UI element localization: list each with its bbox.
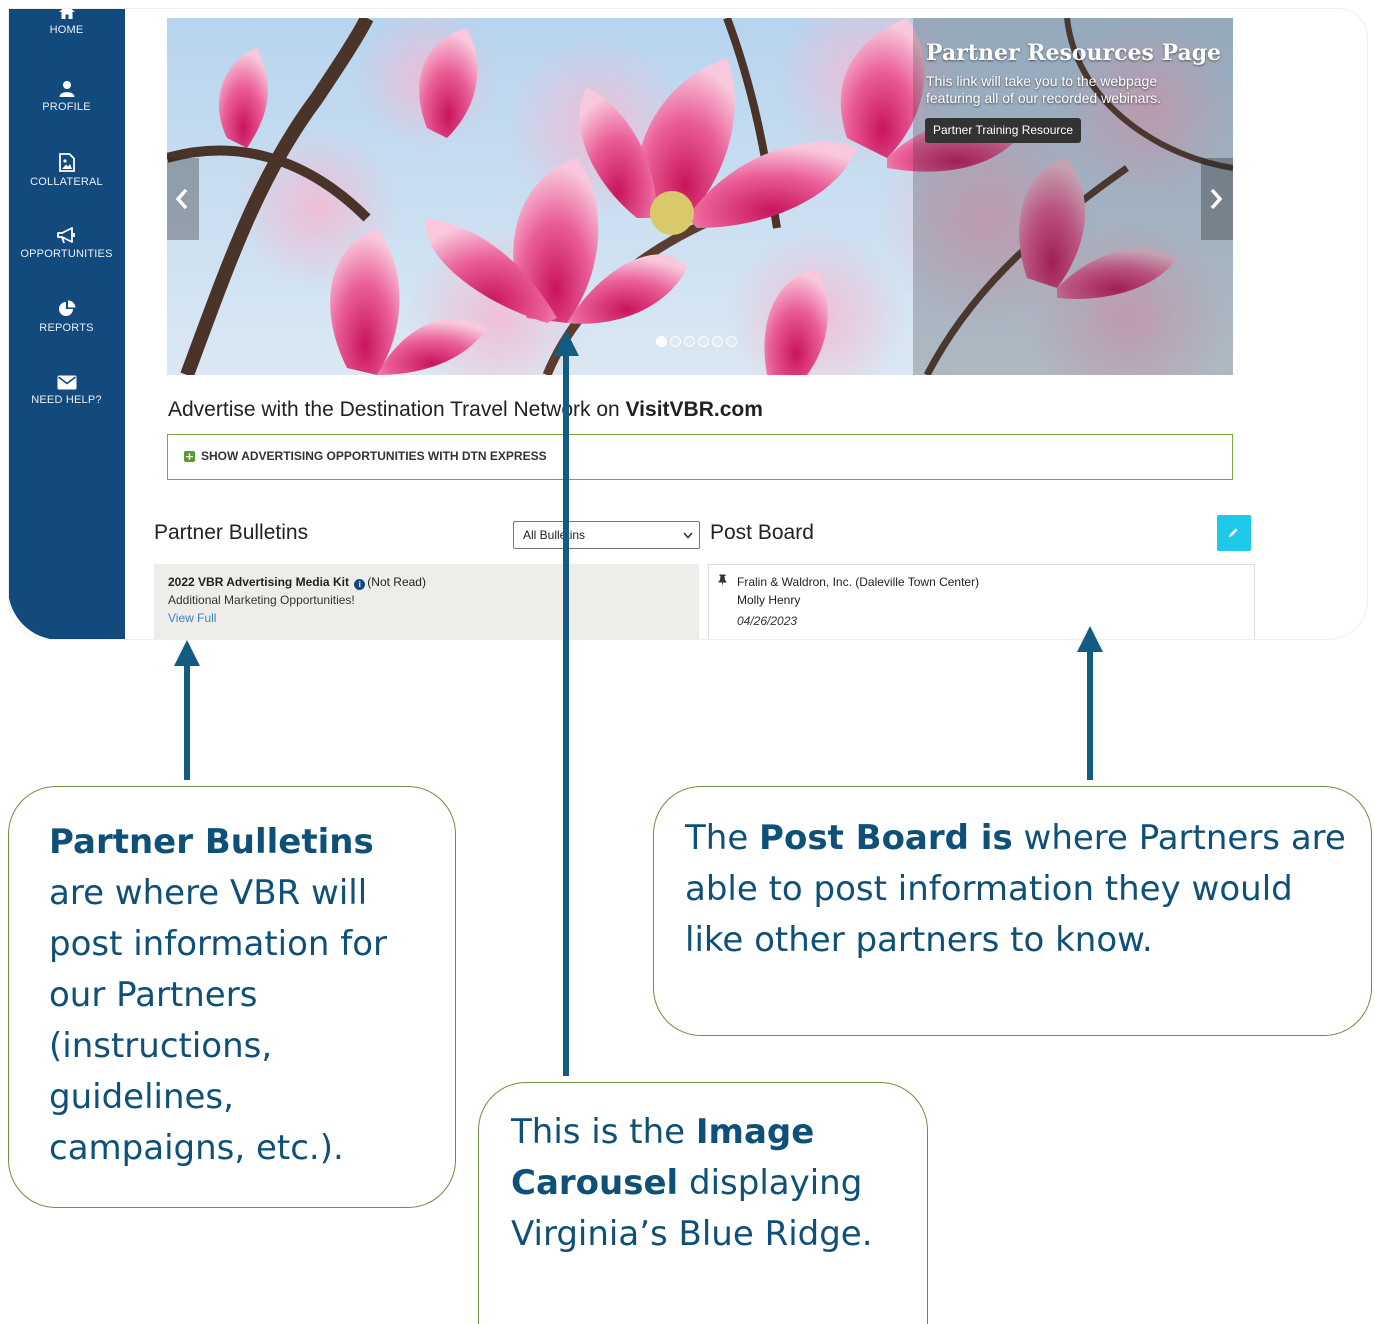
carousel-dot[interactable] xyxy=(698,336,709,347)
callout-text: are where VBR will post information for … xyxy=(49,873,388,1168)
carousel-dot[interactable] xyxy=(670,336,681,347)
chevron-right-icon xyxy=(1210,188,1223,210)
arrow-head xyxy=(553,330,579,356)
bulletin-filter-value: All Bulletins xyxy=(523,528,586,542)
sidebar-item-label: PROFILE xyxy=(42,101,91,113)
advertising-toggle-label: SHOW ADVERTISING OPPORTUNITIES WITH DTN … xyxy=(201,449,547,463)
sidebar-item-collateral[interactable]: COLLATERAL xyxy=(8,153,125,188)
carousel-prev-button[interactable] xyxy=(167,158,199,240)
plus-square-icon: + xyxy=(184,450,195,463)
callout-prefix: This is the xyxy=(511,1112,696,1152)
sidebar-item-home[interactable]: HOME xyxy=(8,8,125,36)
advertising-opportunities-toggle[interactable]: + SHOW ADVERTISING OPPORTUNITIES WITH DT… xyxy=(167,434,1233,480)
advertise-brand: VisitVBR.com xyxy=(625,398,763,421)
post-organization: Fralin & Waldron, Inc. (Daleville Town C… xyxy=(737,575,980,589)
carousel-dot[interactable] xyxy=(712,336,723,347)
carousel-caption-title: Partner Resources Page xyxy=(926,40,1222,66)
bulletins-arrow xyxy=(184,662,190,780)
carousel-dot[interactable] xyxy=(684,336,695,347)
info-icon: i xyxy=(354,579,366,590)
carousel-caption-text: This link will take you to the webpage f… xyxy=(926,73,1162,106)
callout-prefix: The xyxy=(685,818,760,858)
advertise-heading-text: Advertise with the Destination Travel Ne… xyxy=(168,398,626,421)
bulletin-summary: Additional Marketing Opportunities! xyxy=(168,593,355,607)
sidebar-item-label: COLLATERAL xyxy=(30,176,103,188)
pie-chart-icon xyxy=(58,300,75,316)
sidebar-item-profile[interactable]: PROFILE xyxy=(8,80,125,113)
sidebar-item-reports[interactable]: REPORTS xyxy=(8,300,125,334)
arrow-head xyxy=(174,640,200,666)
user-icon xyxy=(59,81,74,97)
bulletin-header: 2022 VBR Advertising Media Kit i (Not Rea… xyxy=(168,575,426,590)
sidebar-item-label: REPORTS xyxy=(39,322,94,334)
bulletin-filter-select[interactable]: All Bulletins xyxy=(513,521,700,549)
post-author: Molly Henry xyxy=(737,593,801,607)
envelope-icon xyxy=(57,375,76,390)
partner-training-resource-button[interactable]: Partner Training Resource xyxy=(925,118,1082,143)
post-board-arrow xyxy=(1087,648,1093,780)
post-item: Fralin & Waldron, Inc. (Daleville Town C… xyxy=(708,564,1255,640)
carousel-dot[interactable] xyxy=(726,336,737,347)
post-board-callout: The Post Board is where Partners are abl… xyxy=(653,786,1372,1036)
pin-icon xyxy=(718,574,727,587)
screenshot-panel: HOME PROFILE COLLATERAL OPPORTUNITIES RE… xyxy=(8,8,1368,640)
bulletin-item: 2022 VBR Advertising Media Kit i (Not Rea… xyxy=(154,564,699,640)
bulletins-callout: Partner Bulletins are where VBR will pos… xyxy=(8,786,456,1208)
arrow-head xyxy=(1077,626,1103,652)
sidebar: HOME PROFILE COLLATERAL OPPORTUNITIES RE… xyxy=(8,8,125,640)
image-carousel[interactable]: Partner Resources Page This link will ta… xyxy=(167,18,1233,375)
megaphone-icon xyxy=(56,227,75,244)
partner-bulletins-title: Partner Bulletins xyxy=(154,521,309,544)
carousel-dot[interactable] xyxy=(656,336,667,347)
sidebar-item-need-help[interactable]: NEED HELP? xyxy=(8,375,125,406)
bulletin-view-full-link[interactable]: View Full xyxy=(168,611,216,625)
carousel-caption-panel xyxy=(913,18,1233,375)
carousel-next-button[interactable] xyxy=(1201,158,1233,240)
sidebar-item-label: HOME xyxy=(49,24,84,36)
new-post-button[interactable] xyxy=(1217,515,1251,551)
sidebar-item-label: NEED HELP? xyxy=(31,394,102,406)
chevron-down-icon xyxy=(683,532,693,539)
advertise-heading: Advertise with the Destination Travel Ne… xyxy=(168,398,763,422)
callout-bold: Partner Bulletins xyxy=(49,822,374,862)
image-file-icon xyxy=(58,153,75,172)
chevron-left-icon xyxy=(175,188,188,210)
sidebar-item-label: OPPORTUNITIES xyxy=(20,248,113,260)
bulletin-title: 2022 VBR Advertising Media Kit xyxy=(168,575,349,589)
home-icon xyxy=(58,8,75,19)
callout-bold: Post Board is xyxy=(759,818,1013,858)
pencil-icon xyxy=(1229,528,1238,537)
bulletin-status: (Not Read) xyxy=(367,575,426,589)
sidebar-item-opportunities[interactable]: OPPORTUNITIES xyxy=(8,227,125,260)
carousel-callout: This is the Image Carousel displaying Vi… xyxy=(478,1082,928,1324)
post-board-title: Post Board xyxy=(710,521,814,544)
post-date: 04/26/2023 xyxy=(737,614,798,628)
carousel-indicators xyxy=(656,336,737,347)
carousel-arrow xyxy=(563,352,569,1076)
